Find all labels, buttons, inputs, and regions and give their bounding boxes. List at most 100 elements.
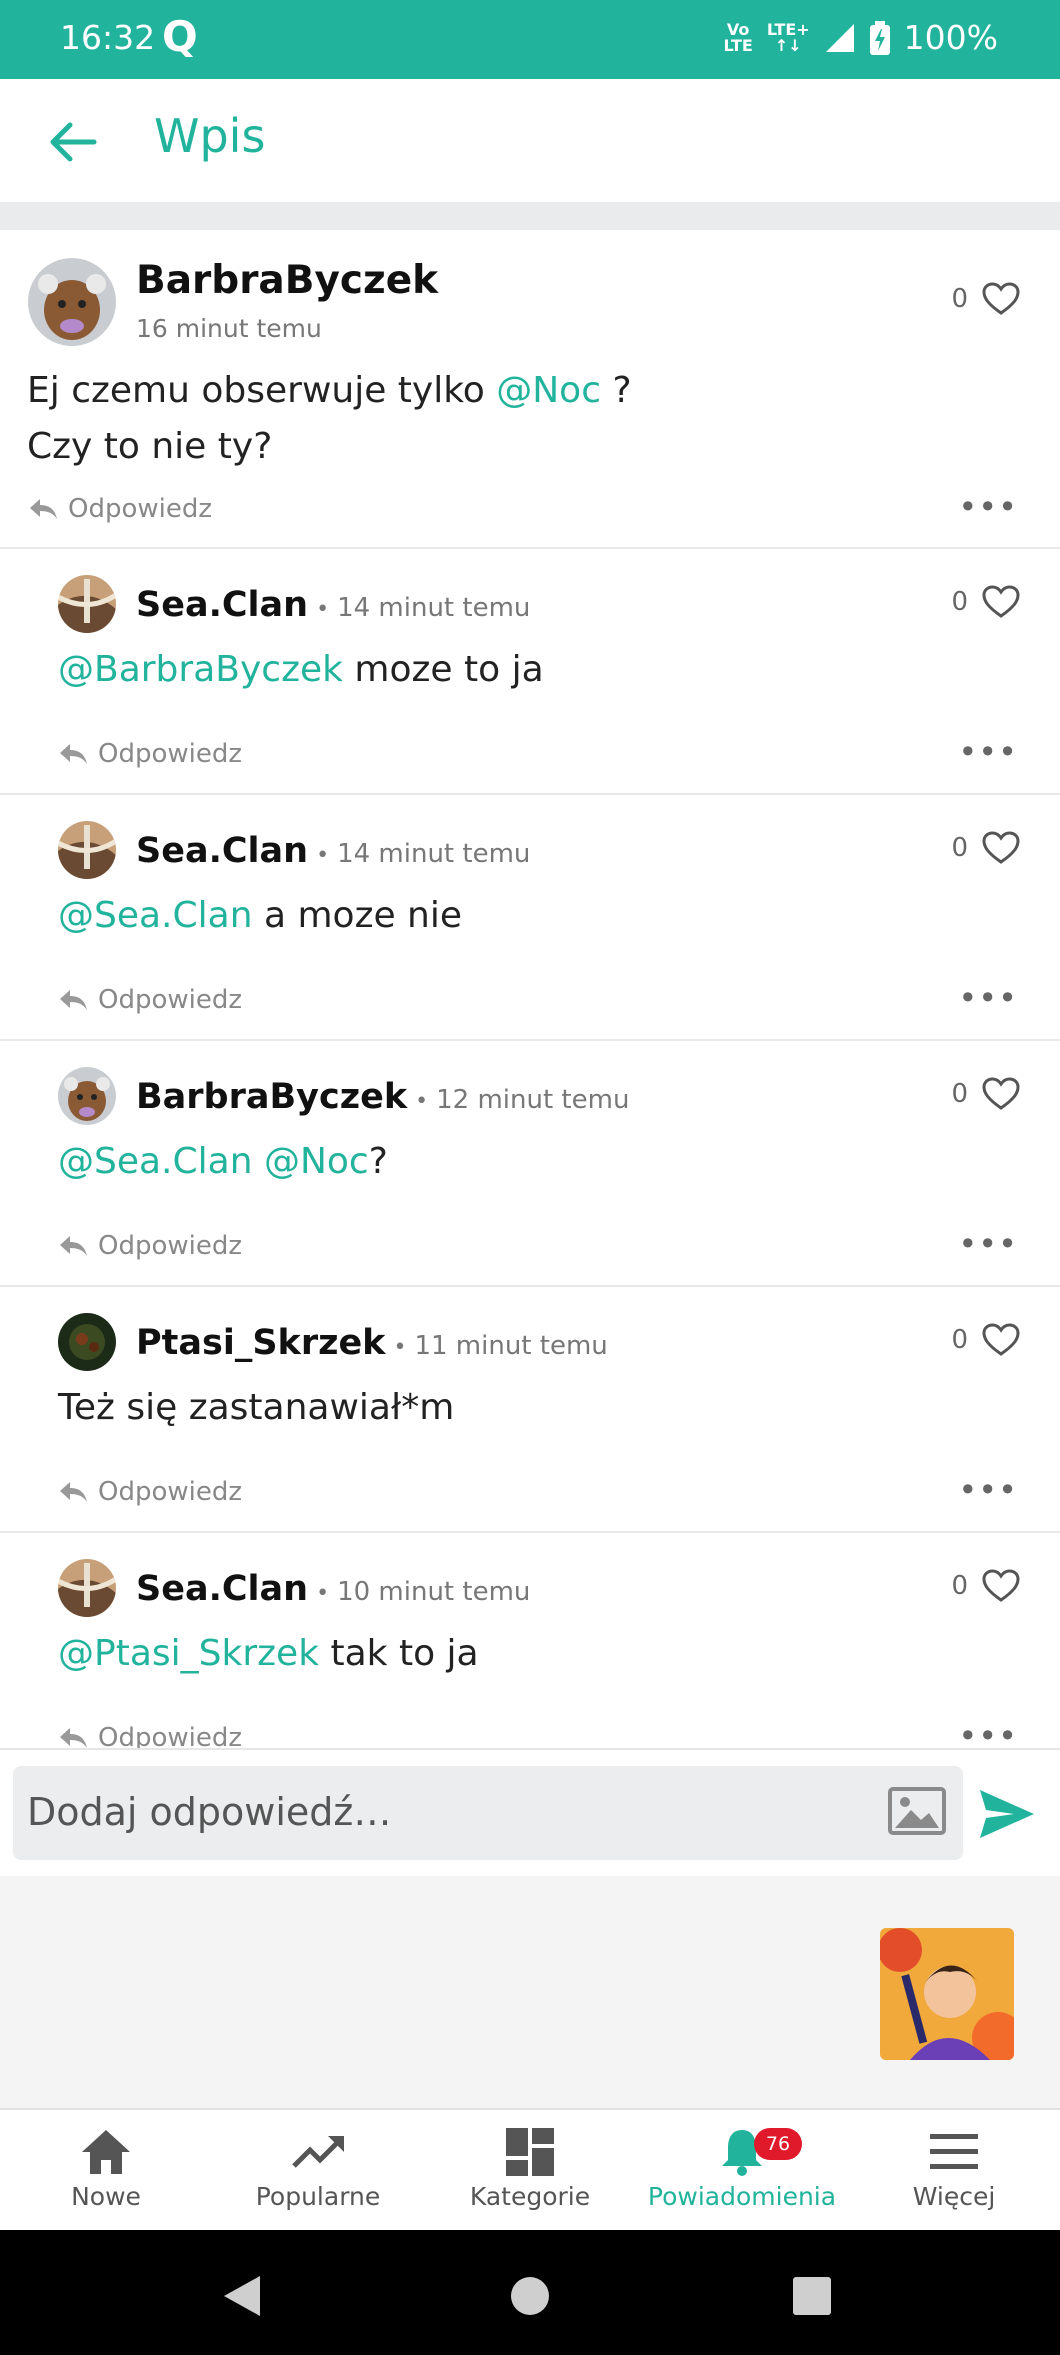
comment-feed[interactable]: BarbraByczek 16 minut temu 0 Ej czemu ob… — [0, 230, 1060, 1748]
lte-plus-icon: LTE+ ↑↓ — [766, 19, 810, 55]
more-options-icon[interactable]: ••• — [958, 979, 1018, 1017]
reply-text: tak to ja — [319, 1633, 479, 1674]
more-options-icon[interactable]: ••• — [958, 1717, 1018, 1748]
mention-link[interactable]: @Sea.Clan — [58, 895, 253, 936]
avatar[interactable] — [58, 575, 116, 633]
like-control[interactable]: 0 — [951, 1077, 1020, 1111]
reply-author[interactable]: Sea.Clan — [136, 1569, 308, 1609]
separator: • — [316, 1581, 330, 1606]
heart-icon[interactable] — [982, 831, 1020, 865]
reply-content: @Ptasi_Skrzek tak to ja — [58, 1633, 479, 1674]
separator: • — [393, 1335, 407, 1360]
avatar[interactable] — [58, 1559, 116, 1617]
reply-header: Sea.Clan • 14 minut temu — [136, 585, 530, 625]
avatar[interactable] — [58, 1313, 116, 1371]
nav-item-kategorie[interactable]: Kategorie — [424, 2110, 636, 2232]
like-control[interactable]: 0 — [951, 1569, 1020, 1603]
reply-author[interactable]: BarbraByczek — [136, 1077, 407, 1117]
reply-button[interactable]: Odpowiedz — [58, 1231, 242, 1261]
reply-label: Odpowiedz — [98, 985, 243, 1015]
home-icon — [82, 2130, 130, 2174]
heart-icon[interactable] — [982, 585, 1020, 619]
reply-button[interactable]: Odpowiedz — [58, 985, 242, 1015]
like-control[interactable]: 0 — [951, 1323, 1020, 1357]
heart-icon[interactable] — [982, 282, 1020, 316]
nav-label: Kategorie — [469, 2182, 591, 2211]
reply-icon — [30, 499, 57, 519]
mention-link[interactable]: @Noc — [253, 1141, 369, 1182]
separator: • — [316, 597, 330, 622]
reply-author[interactable]: Ptasi_Skrzek — [136, 1323, 385, 1363]
nav-label: Popularne — [255, 2182, 381, 2211]
like-control[interactable]: 0 — [951, 831, 1020, 865]
grid-icon — [506, 2128, 554, 2176]
reply-content: Też się zastanawiał*m — [58, 1387, 454, 1428]
heart-icon[interactable] — [982, 1077, 1020, 1111]
system-nav-bar — [0, 2230, 1060, 2355]
like-control[interactable]: 0 — [951, 282, 1020, 316]
reply-label: Odpowiedz — [98, 1231, 243, 1261]
more-options-icon[interactable]: ••• — [958, 1471, 1018, 1509]
reply-icon — [60, 1482, 87, 1502]
more-options-icon[interactable]: ••• — [958, 1225, 1018, 1263]
reply-button[interactable]: Odpowiedz — [58, 1477, 242, 1507]
reply-input[interactable]: Dodaj odpowiedź… — [13, 1766, 963, 1860]
nav-item-nowe[interactable]: Nowe — [0, 2110, 212, 2232]
reply-author[interactable]: Sea.Clan — [136, 585, 308, 625]
reply-header: Ptasi_Skrzek • 11 minut temu — [136, 1323, 608, 1363]
promo-image[interactable] — [880, 1928, 1014, 2060]
avatar[interactable] — [28, 258, 116, 346]
mention-link[interactable]: @BarbraByczek — [58, 649, 343, 690]
back-triangle-icon[interactable] — [222, 2274, 262, 2318]
reply-author[interactable]: Sea.Clan — [136, 831, 308, 871]
avatar[interactable] — [58, 1067, 116, 1125]
page-title: Wpis — [154, 109, 266, 163]
reply-icon — [60, 744, 87, 764]
heart-icon[interactable] — [982, 1569, 1020, 1603]
main-post: BarbraByczek 16 minut temu 0 Ej czemu ob… — [0, 230, 1060, 549]
reply-header: Sea.Clan • 10 minut temu — [136, 1569, 530, 1609]
reply-label: Odpowiedz — [98, 1477, 243, 1507]
reply-content: @Sea.Clan @Noc? — [58, 1141, 388, 1182]
bottom-nav: Nowe Popularne Kategorie 76 Powiadomieni… — [0, 2108, 1060, 2232]
volte-icon: Vo LTE — [723, 19, 753, 55]
image-icon[interactable] — [887, 1786, 947, 1836]
app-notification-icon: Q — [162, 12, 198, 61]
nav-item-powiadomienia[interactable]: 76 Powiadomienia — [636, 2110, 848, 2232]
separator: • — [415, 1089, 429, 1114]
reply-header: BarbraByczek • 12 minut temu — [136, 1077, 629, 1117]
menu-icon — [930, 2134, 978, 2169]
mention-link[interactable]: @Noc — [496, 370, 601, 411]
reply-button[interactable]: Odpowiedz — [58, 739, 242, 769]
post-author[interactable]: BarbraByczek — [136, 258, 438, 303]
notification-badge: 76 — [754, 2128, 802, 2160]
arrow-left-icon[interactable] — [46, 117, 98, 167]
reply-button[interactable]: Odpowiedz — [58, 1723, 242, 1748]
home-circle-icon[interactable] — [510, 2276, 550, 2316]
reply-button[interactable]: Odpowiedz — [28, 494, 212, 524]
more-options-icon[interactable]: ••• — [958, 733, 1018, 771]
recents-square-icon[interactable] — [792, 2276, 832, 2316]
post-text: ? — [601, 370, 632, 411]
reply-icon — [60, 990, 87, 1010]
status-indicators: Vo LTE LTE+ ↑↓ 100% — [723, 18, 998, 57]
like-count: 0 — [951, 833, 968, 863]
like-control[interactable]: 0 — [951, 585, 1020, 619]
reply-time: 11 minut temu — [414, 1331, 608, 1361]
mention-link[interactable]: @Sea.Clan — [58, 1141, 253, 1182]
reply-input-placeholder: Dodaj odpowiedź… — [27, 1790, 392, 1834]
more-options-icon[interactable]: ••• — [958, 488, 1018, 526]
battery-level: 100% — [903, 18, 998, 57]
mention-link[interactable]: @Ptasi_Skrzek — [58, 1633, 319, 1674]
heart-icon[interactable] — [982, 1323, 1020, 1357]
status-time: 16:32 — [60, 18, 156, 57]
reply-label: Odpowiedz — [68, 494, 213, 524]
nav-item-popularne[interactable]: Popularne — [212, 2110, 424, 2232]
nav-item-wiecej[interactable]: Więcej — [848, 2110, 1060, 2232]
send-icon[interactable] — [976, 1784, 1036, 1844]
ad-area — [0, 1876, 1060, 2108]
reply-content: @Sea.Clan a moze nie — [58, 895, 462, 936]
avatar[interactable] — [58, 821, 116, 879]
nav-label: Powiadomienia — [647, 2182, 837, 2211]
signal-icon — [825, 23, 854, 52]
